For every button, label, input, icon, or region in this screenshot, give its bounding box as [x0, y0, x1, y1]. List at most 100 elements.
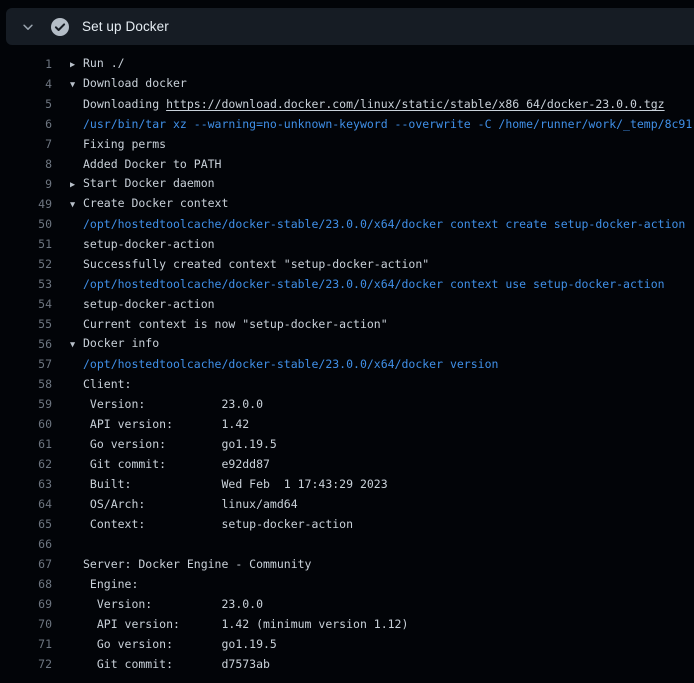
line-number[interactable]: 62 [0, 454, 52, 474]
group-label[interactable]: Start Docker daemon [83, 176, 215, 190]
line-number[interactable]: 65 [0, 514, 52, 534]
group-label[interactable]: Docker info [83, 336, 159, 350]
log-text: Fixing perms [83, 134, 166, 154]
log-line: 62 Git commit: e92dd87 [0, 454, 694, 474]
log-text: Successfully created context "setup-dock… [83, 254, 429, 274]
line-number[interactable]: 8 [0, 154, 52, 174]
line-number[interactable]: 1 [0, 54, 52, 74]
group-label[interactable]: Download docker [83, 76, 187, 90]
line-number[interactable]: 59 [0, 394, 52, 414]
log-line: 65 Context: setup-docker-action [0, 514, 694, 534]
line-number[interactable]: 5 [0, 94, 52, 114]
log-line: 51 setup-docker-action [0, 234, 694, 254]
log-text: Context: setup-docker-action [83, 514, 353, 534]
log-text: Engine: [83, 574, 138, 594]
log-text: setup-docker-action [83, 294, 215, 314]
log-line: 6/usr/bin/tar xz --warning=no-unknown-ke… [0, 114, 694, 134]
line-number[interactable]: 63 [0, 474, 52, 494]
log-line: 66 [0, 534, 694, 554]
command-text: /opt/hostedtoolcache/docker-stable/23.0.… [83, 354, 498, 374]
log-line[interactable]: 49 ▼Create Docker context [0, 194, 694, 214]
line-number[interactable]: 71 [0, 634, 52, 654]
line-number[interactable]: 67 [0, 554, 52, 574]
line-number[interactable]: 7 [0, 134, 52, 154]
log-line: 5 Downloading https://download.docker.com… [0, 94, 694, 114]
group-expanded-icon[interactable]: ▼ [70, 195, 83, 214]
log-text: Built: Wed Feb 1 17:43:29 2023 [83, 474, 388, 494]
log-line: 72 Git commit: d7573ab [0, 654, 694, 674]
line-number[interactable]: 60 [0, 414, 52, 434]
log-line: 63 Built: Wed Feb 1 17:43:29 2023 [0, 474, 694, 494]
line-number[interactable]: 57 [0, 354, 52, 374]
line-number[interactable]: 66 [0, 534, 52, 554]
command-text: /usr/bin/tar xz --warning=no-unknown-key… [83, 114, 692, 134]
step-header[interactable]: Set up Docker [6, 8, 694, 45]
log-line: 58 Client: [0, 374, 694, 394]
log-line: 64 OS/Arch: linux/amd64 [0, 494, 694, 514]
log-line: 61 Go version: go1.19.5 [0, 434, 694, 454]
log-text: Server: Docker Engine - Community [83, 554, 311, 574]
log-line[interactable]: 4 ▼Download docker [0, 74, 694, 94]
group-label[interactable]: Create Docker context [83, 196, 228, 210]
line-number[interactable]: 72 [0, 654, 52, 674]
line-number[interactable]: 58 [0, 374, 52, 394]
command-text: /opt/hostedtoolcache/docker-stable/23.0.… [83, 214, 685, 234]
group-collapsed-icon[interactable]: ▶ [70, 175, 83, 194]
command-text: /opt/hostedtoolcache/docker-stable/23.0.… [83, 274, 665, 294]
log-line: 55 Current context is now "setup-docker-a… [0, 314, 694, 334]
line-number[interactable]: 9 [0, 174, 52, 194]
line-number[interactable]: 56 [0, 334, 52, 354]
log-line: 53/opt/hostedtoolcache/docker-stable/23.… [0, 274, 694, 294]
line-number[interactable]: 69 [0, 594, 52, 614]
log-area[interactable]: 1▶Run ./4▼Download docker5Downloading ht… [0, 45, 694, 683]
line-number[interactable]: 64 [0, 494, 52, 514]
line-number[interactable]: 70 [0, 614, 52, 634]
line-number[interactable]: 6 [0, 114, 52, 134]
log-text: Client: [83, 374, 131, 394]
group-collapsed-icon[interactable]: ▶ [70, 55, 83, 74]
check-circle-icon [50, 17, 70, 37]
line-number[interactable]: 51 [0, 234, 52, 254]
log-text: Added Docker to PATH [83, 154, 221, 174]
log-text: Git commit: e92dd87 [83, 454, 270, 474]
group-expanded-icon[interactable]: ▼ [70, 75, 83, 94]
log-line: 69 Version: 23.0.0 [0, 594, 694, 614]
log-text: Current context is now "setup-docker-act… [83, 314, 388, 334]
line-number[interactable]: 61 [0, 434, 52, 454]
log-text: Go version: go1.19.5 [83, 634, 277, 654]
line-number[interactable]: 55 [0, 314, 52, 334]
log-line: 59 Version: 23.0.0 [0, 394, 694, 414]
download-url-link[interactable]: https://download.docker.com/linux/static… [166, 97, 665, 111]
log-line[interactable]: 56 ▼Docker info [0, 334, 694, 354]
log-text: OS/Arch: linux/amd64 [83, 494, 298, 514]
group-expanded-icon[interactable]: ▼ [70, 335, 83, 354]
log-line: 68 Engine: [0, 574, 694, 594]
log-text: Version: 23.0.0 [83, 394, 263, 414]
log-text: Go version: go1.19.5 [83, 434, 277, 454]
group-label[interactable]: Run ./ [83, 56, 125, 70]
log-text: Version: 23.0.0 [83, 594, 263, 614]
log-line[interactable]: 9 ▶Start Docker daemon [0, 174, 694, 194]
step-title: Set up Docker [82, 19, 169, 34]
log-line: 50/opt/hostedtoolcache/docker-stable/23.… [0, 214, 694, 234]
line-number[interactable]: 53 [0, 274, 52, 294]
log-line: 7 Fixing perms [0, 134, 694, 154]
line-number[interactable]: 68 [0, 574, 52, 594]
line-number[interactable]: 52 [0, 254, 52, 274]
chevron-down-icon[interactable] [20, 19, 36, 35]
log-line: 60 API version: 1.42 [0, 414, 694, 434]
line-number[interactable]: 49 [0, 194, 52, 214]
log-text: setup-docker-action [83, 234, 215, 254]
log-text: Downloading [83, 97, 166, 111]
line-number[interactable]: 50 [0, 214, 52, 234]
log-line: 57/opt/hostedtoolcache/docker-stable/23.… [0, 354, 694, 374]
log-text: Git commit: d7573ab [83, 654, 270, 674]
log-line: 71 Go version: go1.19.5 [0, 634, 694, 654]
line-number[interactable]: 54 [0, 294, 52, 314]
log-line: 8 Added Docker to PATH [0, 154, 694, 174]
log-line: 52 Successfully created context "setup-do… [0, 254, 694, 274]
line-number[interactable]: 4 [0, 74, 52, 94]
log-line: 70 API version: 1.42 (minimum version 1.… [0, 614, 694, 634]
log-line[interactable]: 1 ▶Run ./ [0, 54, 694, 74]
log-line: 54 setup-docker-action [0, 294, 694, 314]
